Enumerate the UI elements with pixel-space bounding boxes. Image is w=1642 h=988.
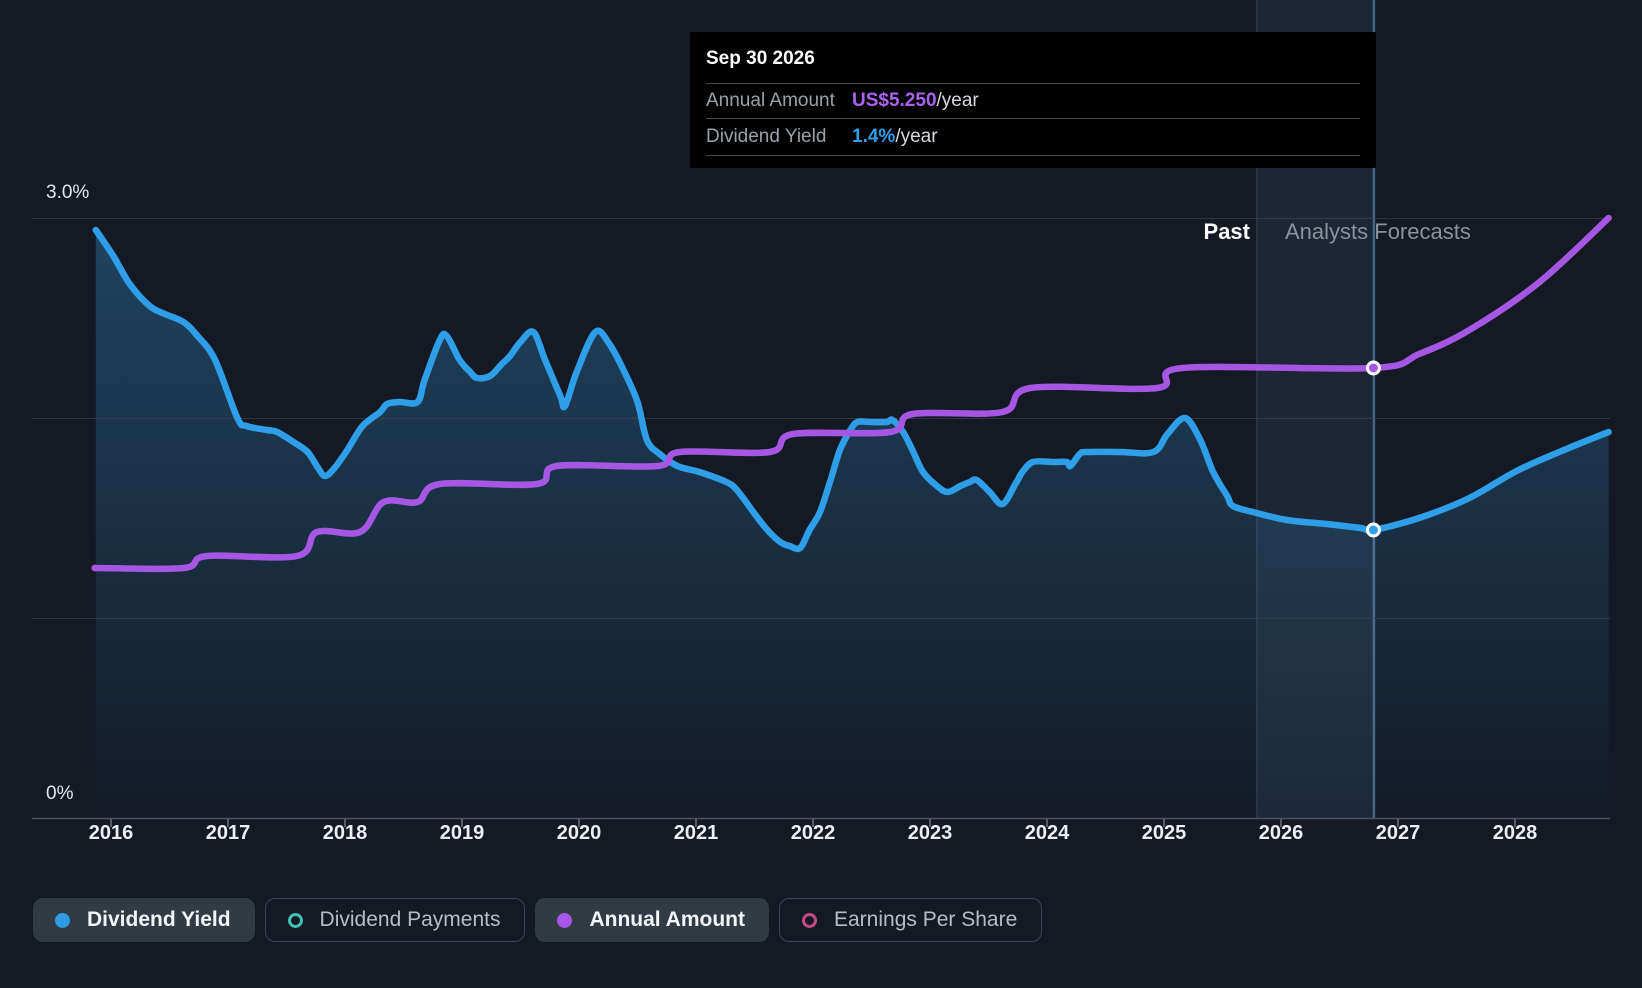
x-axis-year-label: 2018: [323, 822, 368, 845]
legend-chip-annual-amount[interactable]: Annual Amount: [535, 898, 769, 942]
filled-dot-icon: [55, 913, 70, 928]
legend: Dividend Yield Dividend Payments Annual Am…: [33, 898, 1042, 942]
ring-icon: [288, 913, 303, 928]
x-axis-year-label: 2021: [674, 822, 719, 845]
dividend-yield-area: [96, 230, 1609, 818]
x-axis-year-label: 2027: [1376, 822, 1421, 845]
tooltip-row-suffix: /year: [895, 126, 937, 148]
tooltip-row: Annual AmountUS$5.250/year: [706, 83, 1360, 118]
x-axis-year-label: 2025: [1142, 822, 1187, 845]
x-axis-year-label: 2022: [791, 822, 836, 845]
tooltip-row-suffix: /year: [937, 90, 979, 112]
y-axis-label-top: 3.0%: [46, 182, 89, 204]
dividend-yield-marker[interactable]: [1367, 524, 1379, 536]
x-axis-year-label: 2019: [440, 822, 485, 845]
tooltip-row-label: Dividend Yield: [706, 126, 852, 148]
past-label: Past: [1204, 219, 1250, 245]
legend-chip-dividend-yield[interactable]: Dividend Yield: [33, 898, 255, 942]
tooltip-row-label: Annual Amount: [706, 90, 852, 112]
hover-tooltip: Sep 30 2026 Annual AmountUS$5.250/yearDi…: [690, 32, 1376, 168]
tooltip-row-value: US$5.250: [852, 90, 937, 112]
ring-icon: [802, 913, 817, 928]
x-axis-year-label: 2016: [89, 822, 134, 845]
x-axis-year-label: 2028: [1493, 822, 1538, 845]
x-axis-year-label: 2024: [1025, 822, 1070, 845]
x-axis-year-label: 2020: [557, 822, 602, 845]
x-axis-year-label: 2017: [206, 822, 251, 845]
legend-chip-label: Dividend Yield: [87, 908, 231, 932]
legend-chip-label: Earnings Per Share: [834, 908, 1017, 932]
annual-amount-marker[interactable]: [1367, 362, 1379, 374]
tooltip-rows: Annual AmountUS$5.250/yearDividend Yield…: [706, 83, 1360, 156]
x-axis-year-label: 2023: [908, 822, 953, 845]
x-axis: 2016 2017 2018 2019 2020 2021 2022 2023 2024 2025…: [0, 822, 1642, 852]
legend-chip-dividend-payments[interactable]: Dividend Payments: [265, 898, 526, 942]
legend-chip-label: Dividend Payments: [320, 908, 501, 932]
y-axis-label-bottom: 0%: [46, 783, 73, 805]
legend-chip-label: Annual Amount: [589, 908, 745, 932]
legend-chip-earnings-per-share[interactable]: Earnings Per Share: [779, 898, 1042, 942]
filled-dot-icon: [557, 913, 572, 928]
dividend-chart-page: { "tooltip": { "date": "Sep 30 2026", "r…: [0, 0, 1642, 988]
tooltip-date: Sep 30 2026: [706, 32, 815, 83]
tooltip-row-value: 1.4%: [852, 126, 895, 148]
analysts-forecasts-label: Analysts Forecasts: [1285, 219, 1471, 245]
tooltip-row: Dividend Yield1.4%/year: [706, 118, 1360, 156]
x-axis-year-label: 2026: [1259, 822, 1304, 845]
